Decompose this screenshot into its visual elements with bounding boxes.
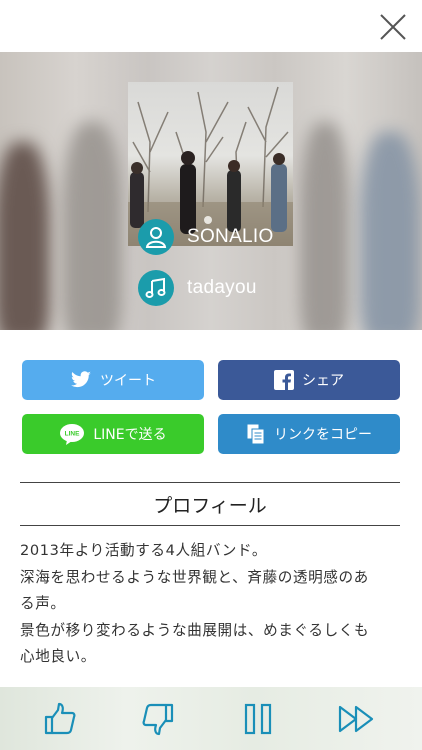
pause-icon[interactable] bbox=[240, 701, 276, 737]
background-blur-figure bbox=[0, 142, 50, 330]
profile-line: 心地良い。 bbox=[20, 648, 96, 665]
copy-link-label: リンクをコピー bbox=[274, 427, 372, 443]
song-row[interactable]: tadayou bbox=[138, 270, 257, 306]
line-send-label: LINEで送る bbox=[93, 427, 167, 443]
background-blur-figure bbox=[360, 132, 420, 330]
profile-line: 深海を思わせるような世界観と、斉藤の透明感のあ bbox=[20, 568, 369, 586]
artist-hero: SONALIO tadayou bbox=[0, 52, 422, 330]
profile-heading: プロフィール bbox=[20, 482, 400, 526]
music-note-icon bbox=[138, 270, 174, 306]
song-title: tadayou bbox=[187, 277, 257, 298]
tweet-button[interactable]: ツイート bbox=[22, 360, 204, 400]
close-icon[interactable] bbox=[378, 12, 408, 42]
background-blur-figure bbox=[300, 122, 350, 330]
thumbs-up-icon[interactable] bbox=[42, 701, 78, 737]
facebook-icon bbox=[274, 370, 294, 390]
tweet-label: ツイート bbox=[100, 373, 156, 389]
twitter-bird-icon bbox=[70, 371, 92, 389]
line-send-button[interactable]: LINE LINEで送る bbox=[22, 414, 204, 454]
profile-line: 2013年より活動する4人組バンド。 bbox=[20, 542, 268, 559]
top-bar bbox=[0, 0, 422, 52]
thumbs-down-icon[interactable] bbox=[140, 701, 176, 737]
profile-line: 景色が移り変わるような曲展開は、めまぐるしくも bbox=[20, 621, 370, 639]
line-icon: LINE bbox=[59, 423, 85, 445]
facebook-share-button[interactable]: シェア bbox=[218, 360, 400, 400]
fast-forward-icon[interactable] bbox=[338, 701, 374, 737]
profile-line: る声。 bbox=[20, 595, 66, 612]
user-icon bbox=[138, 219, 174, 255]
copy-icon bbox=[246, 423, 266, 445]
player-bar bbox=[0, 687, 422, 750]
line-icon-text: LINE bbox=[65, 431, 80, 438]
facebook-share-label: シェア bbox=[302, 373, 344, 389]
copy-link-button[interactable]: リンクをコピー bbox=[218, 414, 400, 454]
artist-row[interactable]: SONALIO bbox=[138, 219, 274, 255]
profile-text: 2013年より活動する4人組バンド。 深海を思わせるような世界観と、斉藤の透明感… bbox=[20, 538, 405, 671]
artist-name: SONALIO bbox=[187, 226, 274, 247]
background-blur-figure bbox=[62, 122, 122, 330]
